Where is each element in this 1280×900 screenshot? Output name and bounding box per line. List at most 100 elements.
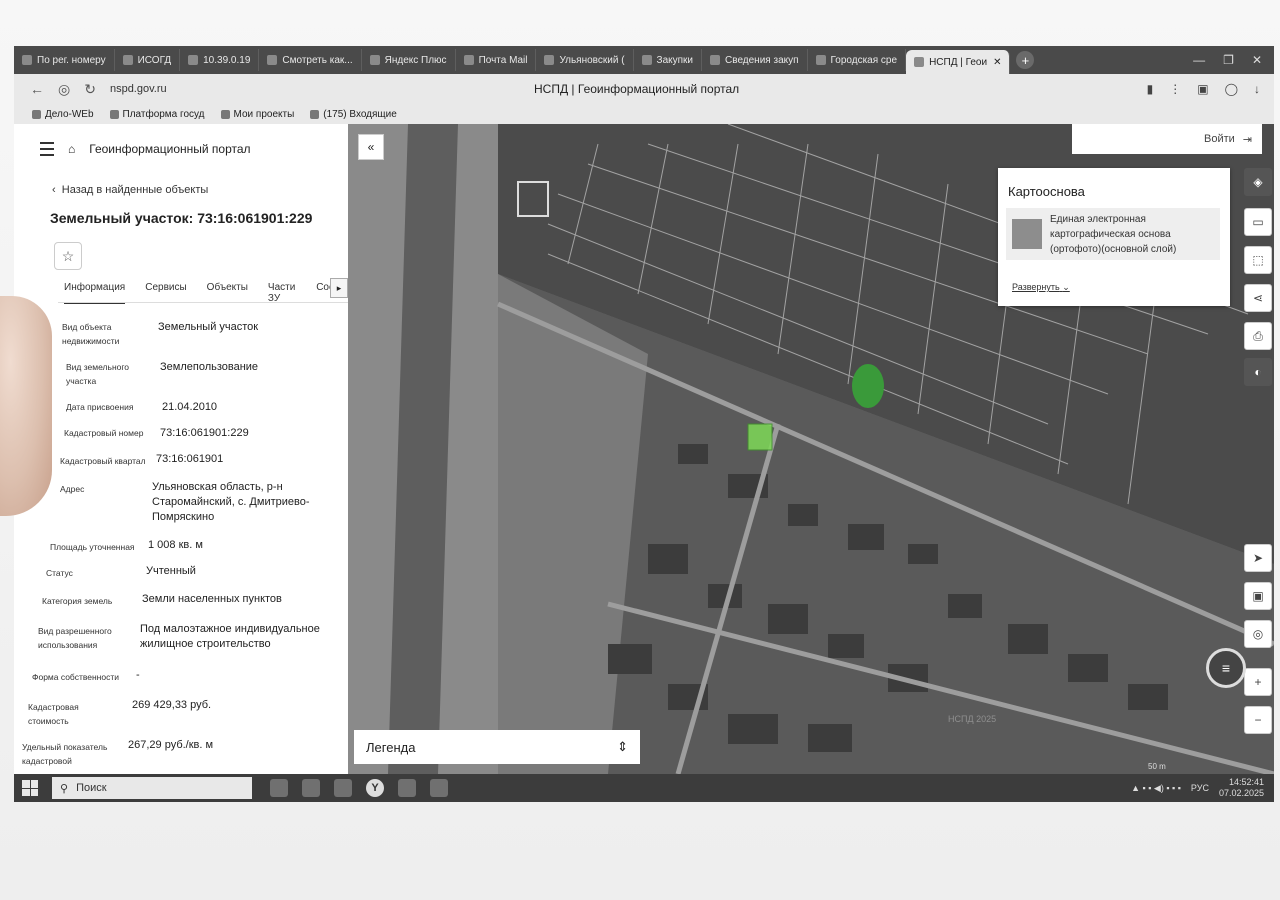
prop-row: Вид объекта недвижимости Земельный участ… (62, 320, 258, 348)
windows-taskbar: ⚲ Поиск Y ▲ ▪ ▪ ◀) ▪ ▪ ▪ РУС 14:52:41 07… (14, 774, 1274, 802)
legend-dropdown[interactable]: Легенда ⇕ (354, 730, 640, 764)
map-extra-icon[interactable]: ◐ (1244, 358, 1272, 386)
back-arrow-icon[interactable]: ← (30, 81, 44, 98)
map-attribution: НСПД 2025 (948, 714, 997, 724)
basemap-layer-item[interactable]: Единая электронная картографическая осно… (1006, 208, 1220, 260)
tab-active[interactable]: НСПД | Геои ✕ (906, 50, 1011, 74)
login-button[interactable]: Войти ⇥ (1072, 124, 1262, 154)
legend-label: Легенда (366, 739, 416, 755)
url-field[interactable]: nspd.gov.ru (110, 83, 167, 95)
tabs-scroll-right-icon[interactable]: ▸ (330, 278, 348, 298)
ruler-icon[interactable]: ▭ (1244, 208, 1272, 236)
close-window-icon[interactable]: ✕ (1252, 53, 1262, 67)
tab-4[interactable]: Смотреть как... (259, 49, 362, 71)
prop-label: Удельный показатель кадастровой (22, 742, 108, 766)
tab-services[interactable]: Сервисы (145, 282, 186, 304)
prop-row: Адрес Ульяновская область, р-н Старомайн… (60, 481, 310, 523)
map-scale: 50 m (1148, 762, 1166, 771)
tab-objects[interactable]: Объекты (207, 282, 248, 304)
prop-value: 1 008 кв. м (148, 539, 203, 551)
bookmark-icon (32, 109, 41, 119)
shield-icon[interactable]: ◎ (58, 81, 70, 98)
profile-icon[interactable]: ◯ (1225, 82, 1238, 96)
bookmark-icon[interactable]: ▮ (1147, 82, 1154, 96)
page-title: НСПД | Геоинформационный портал (534, 82, 740, 96)
mail-icon (310, 109, 320, 119)
basemap-layer-name: Единая электронная картографическая осно… (1050, 213, 1177, 255)
taskbar-search[interactable]: ⚲ Поиск (52, 777, 252, 799)
windows-start-icon[interactable] (22, 780, 38, 796)
maximize-icon[interactable]: ❐ (1223, 53, 1234, 67)
tab-information[interactable]: Информация (64, 282, 126, 304)
collections-icon[interactable]: ▣ (1197, 82, 1208, 96)
system-tray: ▲ ▪ ▪ ◀) ▪ ▪ ▪ РУС 14:52:41 07.02.2025 (1131, 777, 1274, 799)
bookmark-item[interactable]: Платформа госуд (109, 108, 205, 120)
bookmark-item[interactable]: Дело-WEb (32, 109, 94, 120)
tab-label: НСПД | Геои (929, 56, 988, 68)
tab-5[interactable]: Яндекс Плюс (362, 49, 456, 71)
map-menu-icon[interactable]: ≡ (1206, 648, 1246, 688)
basemap-card: Картооснова Единая электронная картограф… (998, 168, 1230, 306)
yandex-browser-icon[interactable]: Y (366, 779, 384, 797)
print-icon[interactable]: ⎙ (1244, 322, 1272, 350)
prop-row: Категория земель Земли населенных пункто… (42, 593, 282, 608)
layers-icon[interactable]: ◈ (1244, 168, 1272, 196)
new-tab-button[interactable]: + (1016, 51, 1035, 69)
taskbar-app-icon[interactable] (398, 779, 416, 797)
clock[interactable]: 14:52:41 07.02.2025 (1219, 777, 1264, 799)
collapse-panel-button[interactable]: « (358, 134, 384, 160)
prop-label: Адрес (60, 484, 85, 494)
area-select-icon[interactable]: ⬚ (1244, 246, 1272, 274)
share-icon[interactable]: ⋖ (1244, 284, 1272, 312)
close-tab-icon[interactable]: ✕ (993, 57, 1001, 68)
archiver-icon[interactable] (430, 779, 448, 797)
prop-value: - (136, 669, 140, 681)
reload-icon[interactable]: ↻ (84, 81, 96, 98)
hamburger-menu-icon[interactable] (40, 142, 54, 156)
favorite-star-icon[interactable]: ☆ (54, 242, 82, 270)
prop-row: Кадастровый квартал 73:16:061901 (60, 453, 223, 468)
tab-6[interactable]: Почта Mail (456, 49, 537, 71)
tray-icons[interactable]: ▲ ▪ ▪ ◀) ▪ ▪ ▪ (1131, 783, 1181, 794)
tab-1[interactable]: По рег. номеру (14, 49, 115, 71)
bookmark-item[interactable]: Мои проекты (220, 109, 294, 120)
clock-time: 14:52:41 (1228, 777, 1264, 787)
zoom-in-icon[interactable]: + (1244, 668, 1272, 696)
selected-parcel[interactable] (747, 423, 773, 451)
explorer-icon[interactable] (334, 779, 352, 797)
tab-2[interactable]: ИСОГД (115, 49, 181, 71)
prop-row: Удельный показатель кадастровой 267,29 р… (22, 739, 213, 768)
bookmark-item[interactable]: (175) Входящие (310, 109, 397, 120)
prop-row: Кадастровый номер 73:16:061901:229 (64, 426, 249, 440)
tab-7[interactable]: Ульяновский ( (536, 49, 634, 71)
bookmarks-bar: Дело-WEb Платформа госуд Мои проекты (17… (14, 104, 1274, 124)
tab-icon (641, 55, 652, 65)
tab-parts[interactable]: Части ЗУ (268, 282, 296, 304)
prop-row: Вид разрешенного использования Под малоэ… (38, 623, 320, 652)
minimize-icon[interactable]: — (1193, 53, 1205, 67)
menu-dots-icon[interactable]: ⋮ (1169, 82, 1181, 96)
taskbar-apps: Y (270, 779, 448, 797)
prop-label: Статус (46, 568, 73, 578)
language-indicator[interactable]: РУС (1191, 783, 1209, 793)
map-view[interactable]: « Войти ⇥ Картооснова Единая электронная… (348, 124, 1274, 774)
locate-icon[interactable]: ◎ (1244, 620, 1272, 648)
zoom-out-icon[interactable]: − (1244, 706, 1272, 734)
fullscreen-icon[interactable]: ▣ (1244, 582, 1272, 610)
tab-9[interactable]: Сведения закуп (702, 49, 808, 71)
expand-basemap-link[interactable]: Развернуть ⌄ (1012, 282, 1070, 293)
taskbar-app-icon[interactable] (270, 779, 288, 797)
prop-row: Форма собственности - (32, 669, 140, 684)
navigate-icon[interactable]: ➤ (1244, 544, 1272, 572)
download-icon[interactable]: ↓ (1254, 82, 1260, 96)
prop-value: Ульяновская область, р-н Старомайнский, … (152, 481, 310, 523)
tab-3[interactable]: 10.39.0.19 (180, 49, 260, 71)
prop-label: Вид земельного участка (66, 362, 130, 386)
back-to-results-link[interactable]: ‹ Назад в найденные объекты (52, 184, 208, 196)
tab-icon (463, 55, 474, 65)
bookmark-label: Платформа госуд (122, 108, 205, 120)
tab-8[interactable]: Закупки (634, 49, 703, 71)
tab-10[interactable]: Городская сре (808, 49, 907, 71)
tab-label: Закупки (656, 54, 694, 66)
edge-icon[interactable] (302, 779, 320, 797)
